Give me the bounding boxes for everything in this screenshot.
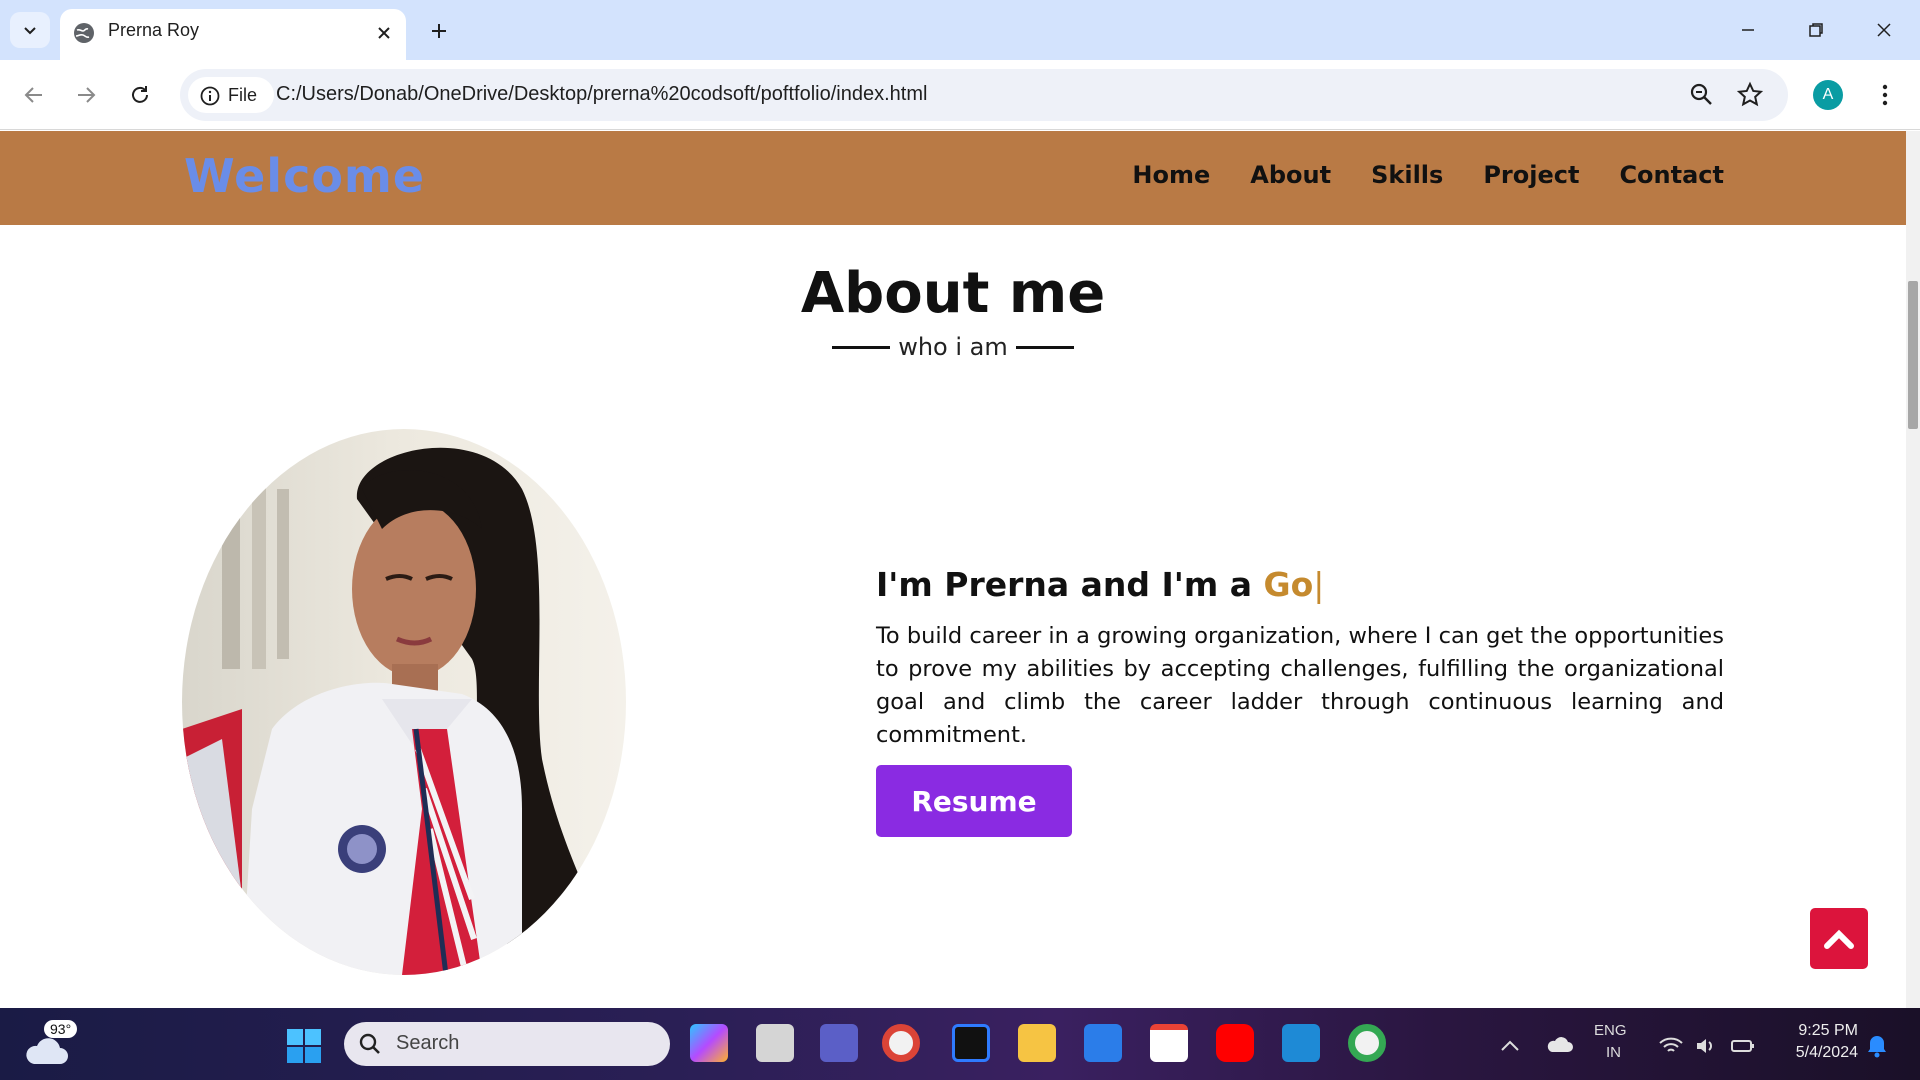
site-navbar: Welcome Home About Skills Project Contac… [0, 131, 1906, 225]
profile-avatar[interactable]: A [1813, 80, 1843, 110]
nav-link-skills[interactable]: Skills [1371, 161, 1443, 189]
wifi-icon[interactable] [1658, 1036, 1684, 1056]
window-restore-button[interactable] [1798, 14, 1834, 46]
browser-tab-strip: Prerna Roy [0, 0, 1920, 60]
browser-menu-button[interactable] [1870, 80, 1900, 110]
about-headline: I'm Prerna and I'm a Go| [876, 565, 1724, 604]
cloud-icon [26, 1038, 68, 1064]
reload-button[interactable] [122, 77, 158, 113]
copilot-app-icon[interactable] [690, 1024, 728, 1062]
new-tab-button[interactable] [424, 16, 454, 46]
nav-link-about[interactable]: About [1250, 161, 1331, 189]
arrow-right-icon [78, 87, 96, 103]
tab-search-button[interactable] [10, 12, 50, 48]
back-button[interactable] [16, 77, 52, 113]
arrow-left-icon [24, 87, 42, 103]
gmail-app-icon[interactable] [1150, 1024, 1188, 1062]
window-minimize-button[interactable] [1730, 14, 1766, 46]
scrollbar-thumb[interactable] [1908, 281, 1918, 429]
section-title: About me [800, 261, 1106, 326]
site-info-label: File [228, 85, 258, 105]
about-text-block: I'm Prerna and I'm a Go| To build career… [876, 565, 1724, 752]
site-brand[interactable]: Welcome [184, 149, 425, 203]
site-info-pill: File [188, 77, 274, 113]
headline-typed-text: Go [1263, 565, 1314, 604]
chevron-up-icon[interactable] [1500, 1038, 1520, 1052]
close-icon [1877, 23, 1891, 37]
chrome-app-icon[interactable] [1348, 1024, 1386, 1062]
weather-temperature: 93° [44, 1020, 78, 1038]
nav-link-home[interactable]: Home [1132, 161, 1210, 189]
page-scrollbar[interactable] [1906, 131, 1920, 1008]
battery-icon[interactable] [1730, 1036, 1756, 1056]
subtitle-divider-left [832, 345, 890, 349]
browser-toolbar: File C:/Users/Donab/OneDrive/Desktop/pre… [0, 60, 1920, 130]
profile-photo [182, 429, 626, 975]
active-tab[interactable]: Prerna Roy [60, 9, 406, 60]
url-text[interactable]: C:/Users/Donab/OneDrive/Desktop/prerna%2… [276, 83, 927, 106]
tab-title: Prerna Roy [108, 20, 200, 40]
more-vertical-icon [1882, 84, 1888, 106]
search-icon [359, 1033, 380, 1054]
teams-app-icon[interactable] [820, 1024, 858, 1062]
typing-cursor: | [1313, 565, 1325, 604]
system-clock[interactable]: 9:25 PM 5/4/2024 [1778, 1020, 1858, 1064]
zoom-icon[interactable] [1688, 81, 1716, 109]
restore-icon [1809, 23, 1823, 37]
forward-button[interactable] [68, 77, 104, 113]
microsoft-store-icon[interactable] [1084, 1024, 1122, 1062]
plus-icon [432, 24, 446, 38]
chevron-down-icon [24, 27, 36, 35]
intellij-app-icon[interactable] [952, 1024, 990, 1062]
file-explorer-icon[interactable] [1018, 1024, 1056, 1062]
page-viewport: Welcome Home About Skills Project Contac… [0, 131, 1920, 1008]
info-icon [200, 86, 220, 106]
chrome-profile-app-icon[interactable] [882, 1024, 920, 1062]
minimize-icon [1742, 29, 1754, 31]
bookmark-star-icon[interactable] [1736, 81, 1764, 109]
site-nav-links: Home About Skills Project Contact [1132, 161, 1724, 189]
taskbar-search-label: Search [396, 1032, 460, 1054]
section-subtitle: who i am [898, 333, 1008, 361]
window-close-button[interactable] [1866, 14, 1902, 46]
onedrive-cloud-icon[interactable] [1546, 1036, 1574, 1054]
taskbar-search[interactable]: Search [344, 1022, 670, 1066]
task-view-icon[interactable] [756, 1024, 794, 1062]
globe-icon [74, 23, 94, 43]
nav-link-contact[interactable]: Contact [1619, 161, 1724, 189]
clock-time: 9:25 PM [1798, 1022, 1858, 1039]
section-subtitle-group: who i am [832, 327, 1074, 367]
about-description: To build career in a growing organizatio… [876, 623, 1724, 748]
notification-bell-icon[interactable] [1866, 1034, 1888, 1058]
scroll-to-top-button[interactable] [1810, 908, 1868, 969]
chevron-up-icon [1824, 929, 1854, 949]
resume-button[interactable]: Resume [876, 765, 1072, 837]
windows-start-icon[interactable] [286, 1028, 322, 1064]
tab-close-button[interactable] [372, 21, 396, 45]
clock-date: 5/4/2024 [1795, 1044, 1858, 1061]
youtube-app-icon[interactable] [1216, 1024, 1254, 1062]
language-indicator[interactable]: ENG [1594, 1022, 1627, 1039]
close-icon [378, 27, 390, 39]
volume-icon[interactable] [1694, 1036, 1716, 1056]
weather-widget[interactable]: 93° [24, 1020, 84, 1068]
subtitle-divider-right [1015, 345, 1074, 349]
windows-taskbar: 93° Search ENG IN 9:25 PM 5/4/2024 [0, 1008, 1920, 1080]
headline-prefix: I'm Prerna and I'm a [876, 565, 1264, 604]
vscode-app-icon[interactable] [1282, 1024, 1320, 1062]
address-bar[interactable]: File C:/Users/Donab/OneDrive/Desktop/pre… [180, 69, 1788, 121]
language-region: IN [1606, 1044, 1621, 1061]
nav-link-project[interactable]: Project [1483, 161, 1579, 189]
reload-icon [132, 86, 148, 103]
